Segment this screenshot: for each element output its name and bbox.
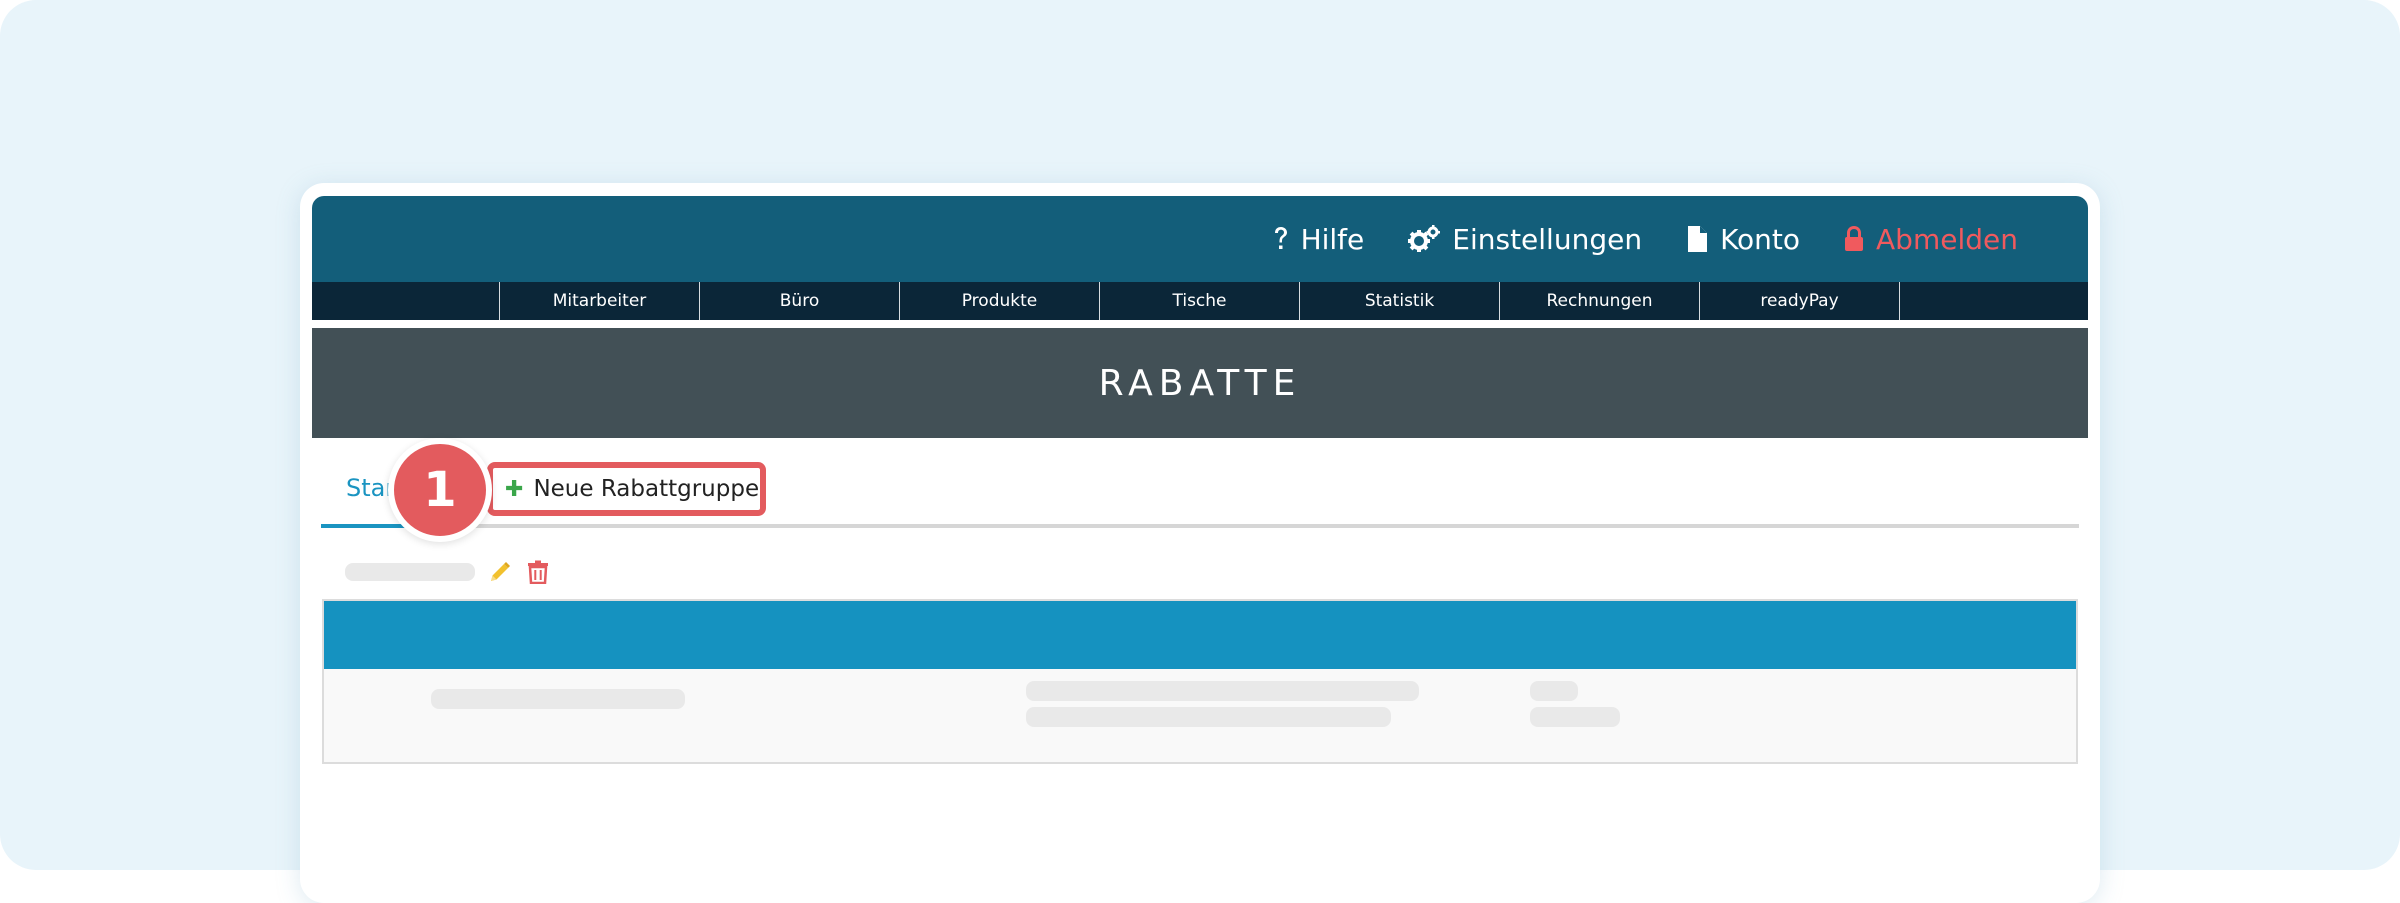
step-badge: 1 [388, 438, 492, 542]
cell-placeholder [1026, 707, 1391, 727]
nav-item-mitarbeiter[interactable]: Mitarbeiter [499, 282, 699, 320]
discount-table [322, 599, 2078, 764]
nav-item-produkte[interactable]: Produkte [899, 282, 1099, 320]
settings-label: Einstellungen [1452, 222, 1643, 256]
cell-placeholder [431, 689, 685, 709]
nav-item-rechnungen[interactable]: Rechnungen [1499, 282, 1699, 320]
tabs-divider [321, 524, 2079, 528]
cell-placeholder [1530, 707, 1620, 727]
settings-link[interactable]: Einstellungen [1408, 223, 1642, 256]
nav-item-readypay[interactable]: readyPay [1699, 282, 1899, 320]
table-header [324, 601, 2076, 669]
page-title-bar: RABATTE [312, 328, 2088, 438]
new-discount-group-label: Neue Rabattgruppe [533, 476, 760, 502]
logout-label: Abmelden [1876, 222, 2018, 256]
new-discount-group-button[interactable]: ✚ Neue Rabattgruppe [487, 462, 766, 516]
active-tab-underline [321, 524, 411, 528]
account-link[interactable]: Konto [1686, 223, 1800, 256]
cell-placeholder [1026, 681, 1419, 701]
cell-placeholder [1530, 681, 1578, 701]
logout-link[interactable]: Abmelden [1844, 223, 2018, 256]
gears-icon [1408, 225, 1441, 252]
question-mark-icon [1274, 227, 1287, 249]
account-label: Konto [1720, 222, 1801, 256]
page-title: RABATTE [1098, 362, 1302, 404]
help-link[interactable]: Hilfe [1273, 222, 1365, 256]
table-row[interactable] [324, 669, 2076, 762]
nav-divider [1899, 282, 1900, 320]
nav-item-tische[interactable]: Tische [1099, 282, 1299, 320]
plus-icon: ✚ [505, 476, 524, 502]
file-icon [1688, 226, 1708, 252]
trash-icon[interactable] [527, 560, 549, 584]
nav-item-statistik[interactable]: Statistik [1299, 282, 1499, 320]
lock-icon [1845, 226, 1864, 251]
nav-item-buero[interactable]: Büro [699, 282, 899, 320]
pencil-icon[interactable] [488, 560, 512, 584]
top-header-bar: Hilfe Einstellungen Konto Abmelden [312, 196, 2088, 282]
help-label: Hilfe [1300, 222, 1365, 256]
main-navigation: Mitarbeiter Büro Produkte Tische Statist… [312, 282, 2088, 320]
group-name-placeholder [345, 563, 475, 581]
app-window: Hilfe Einstellungen Konto Abmelden Mitar… [312, 196, 2088, 896]
